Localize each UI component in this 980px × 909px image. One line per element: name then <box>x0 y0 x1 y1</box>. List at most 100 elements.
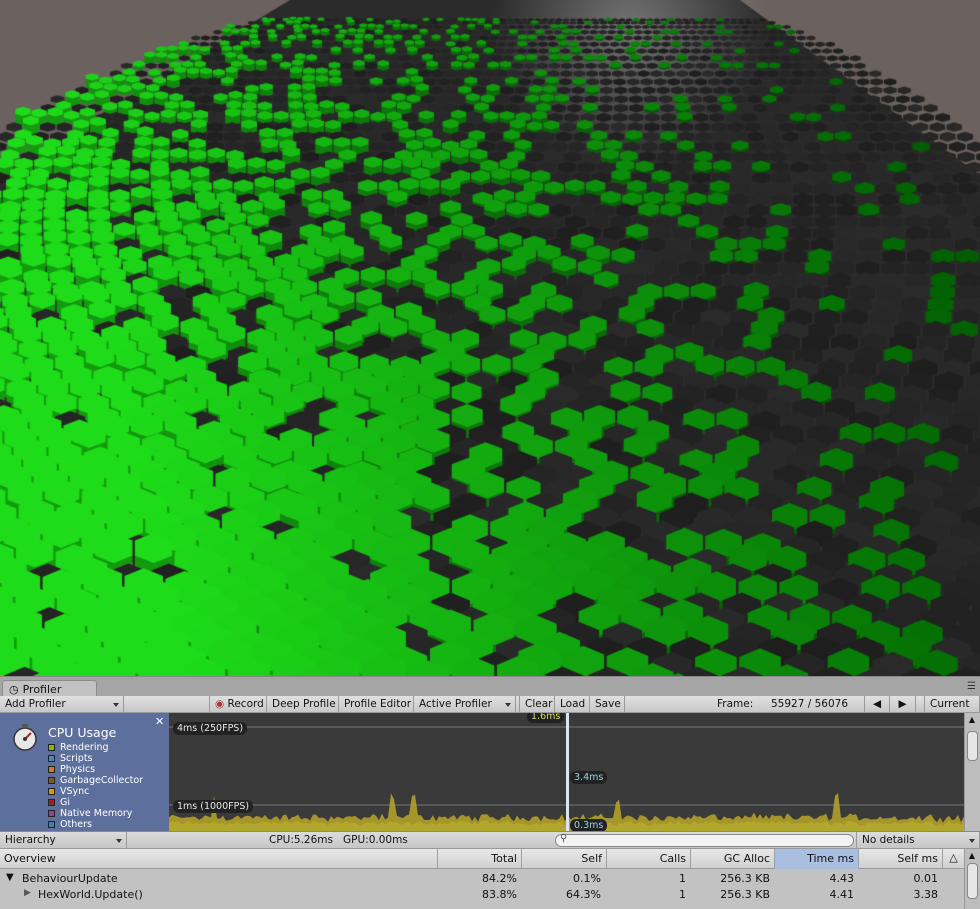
table-scrollbar[interactable]: ▲ <box>964 849 980 909</box>
cpu-usage-panel[interactable]: ✕ CPU Usage Rendering Scripts Physics Ga… <box>0 713 169 831</box>
legend-swatch <box>48 766 55 773</box>
tab-bar: ◷ Profiler ☰ <box>0 676 980 697</box>
row-total: 84.2% <box>482 872 517 885</box>
scroll-up-icon[interactable]: ▲ <box>966 851 978 860</box>
record-button[interactable]: ◉ Record <box>209 696 267 713</box>
row-self-ms: 0.01 <box>913 872 939 885</box>
active-profiler-dropdown[interactable]: Active Profiler <box>414 696 516 713</box>
col-self-ms[interactable]: Self ms <box>858 849 942 869</box>
frame-counter: 55927 / 56076 <box>771 698 849 710</box>
col-gc-alloc[interactable]: GC Alloc <box>690 849 774 869</box>
active-profiler-label: Active Profiler <box>419 698 492 710</box>
close-icon[interactable]: ✕ <box>155 715 164 728</box>
search-input[interactable]: ⚲ <box>555 833 854 847</box>
legend-swatch <box>48 744 55 751</box>
deep-profile-button[interactable]: Deep Profile <box>267 696 339 713</box>
profile-editor-button[interactable]: Profile Editor <box>339 696 414 713</box>
details-dropdown[interactable]: No details <box>856 832 980 849</box>
chart-scrollbar[interactable]: ▲ <box>964 713 980 831</box>
legend-label: Gi <box>60 797 71 808</box>
profiler-icon: ◷ <box>9 682 19 696</box>
table-row[interactable]: ▶ HexWorld.Update() 83.8% 64.3% 1 256.3 … <box>0 887 964 903</box>
scroll-up-icon[interactable]: ▲ <box>966 715 978 725</box>
cpu-chart-svg <box>169 713 964 831</box>
prev-frame-button[interactable]: ◀ <box>864 696 890 713</box>
label-1ms: 1ms (1000FPS) <box>173 800 254 813</box>
hierarchy-table: ▼ BehaviourUpdate 84.2% 0.1% 1 256.3 KB … <box>0 869 964 909</box>
save-label: Save <box>595 698 621 710</box>
legend-item[interactable]: Scripts <box>48 753 143 764</box>
collapsed-arrow-icon[interactable]: ▶ <box>24 888 31 898</box>
profiler-toolbar: Add Profiler ◉ Record Deep Profile Profi… <box>0 696 980 713</box>
table-header: Overview Total Self Calls GC Alloc Time … <box>0 849 964 869</box>
legend-item[interactable]: GarbageCollector <box>48 775 143 786</box>
legend-label: Physics <box>60 764 96 775</box>
arrow-right-icon: ▶ <box>898 698 907 710</box>
view-mode-label: Hierarchy <box>5 834 56 846</box>
save-button[interactable]: Save <box>590 696 625 713</box>
col-calls[interactable]: Calls <box>606 849 690 869</box>
record-icon: ◉ <box>215 698 225 710</box>
add-profiler-dropdown[interactable]: Add Profiler <box>0 696 124 713</box>
col-time-ms[interactable]: Time ms <box>774 849 858 869</box>
legend-label: VSync <box>60 786 90 797</box>
legend-label: Others <box>60 819 92 830</box>
row-gc-alloc: 256.3 KB <box>720 888 770 901</box>
clear-label: Clear <box>525 698 553 710</box>
view-mode-dropdown[interactable]: Hierarchy <box>0 832 127 849</box>
legend-swatch <box>48 777 55 784</box>
tab-label: Profiler <box>22 682 62 696</box>
legend-item[interactable]: Native Memory <box>48 808 143 819</box>
record-label: Record <box>227 698 264 710</box>
row-name: HexWorld.Update() <box>38 888 143 901</box>
tab-profiler[interactable]: ◷ Profiler <box>2 680 97 697</box>
cpu-usage-chart[interactable]: 4ms (250FPS) 1ms (1000FPS) 1.6ms 3.4ms 0… <box>169 713 964 831</box>
table-row[interactable]: ▼ BehaviourUpdate 84.2% 0.1% 1 256.3 KB … <box>0 871 964 887</box>
current-frame-button[interactable]: Current <box>924 696 980 713</box>
frame-label: Frame: <box>717 698 754 710</box>
legend-swatch <box>48 810 55 817</box>
stopwatch-icon <box>13 724 37 751</box>
col-total[interactable]: Total <box>437 849 521 869</box>
legend-item[interactable]: Rendering <box>48 742 143 753</box>
selected-render-label: 0.3ms <box>570 819 608 831</box>
row-self-ms: 3.38 <box>913 888 939 901</box>
scroll-thumb[interactable] <box>967 863 978 899</box>
row-time-ms: 4.43 <box>829 872 855 885</box>
current-label: Current <box>930 698 970 710</box>
col-self[interactable]: Self <box>521 849 606 869</box>
next-frame-button[interactable]: ▶ <box>890 696 916 713</box>
legend-item[interactable]: VSync <box>48 786 143 797</box>
row-total: 83.8% <box>482 888 517 901</box>
cpu-usage-title: CPU Usage <box>48 725 117 740</box>
legend-label: Scripts <box>60 753 93 764</box>
selected-total-label: 1.6ms <box>527 713 565 723</box>
legend-swatch <box>48 788 55 795</box>
deep-profile-label: Deep Profile <box>272 698 336 710</box>
legend-swatch <box>48 821 55 828</box>
window-menu-icon[interactable]: ☰ <box>967 681 976 692</box>
warning-icon[interactable]: △ <box>942 849 964 869</box>
game-view-hex-grid <box>0 0 980 676</box>
legend-item[interactable]: Physics <box>48 764 143 775</box>
legend-item[interactable]: Gi <box>48 797 143 808</box>
legend-swatch <box>48 799 55 806</box>
legend-item[interactable]: Others <box>48 819 143 830</box>
load-button[interactable]: Load <box>555 696 590 713</box>
expanded-arrow-icon[interactable]: ▼ <box>6 872 14 883</box>
cpu-legend: Rendering Scripts Physics GarbageCollect… <box>48 742 143 830</box>
row-self: 0.1% <box>573 872 601 885</box>
add-profiler-label: Add Profiler <box>5 698 66 710</box>
scroll-thumb[interactable] <box>967 731 978 761</box>
col-overview[interactable]: Overview <box>0 849 437 869</box>
row-time-ms: 4.41 <box>829 888 855 901</box>
row-gc-alloc: 256.3 KB <box>720 872 770 885</box>
row-calls: 1 <box>679 872 686 885</box>
clear-button[interactable]: Clear <box>519 696 555 713</box>
legend-label: GarbageCollector <box>60 775 144 786</box>
legend-swatch <box>48 755 55 762</box>
selected-frame-marker[interactable] <box>566 713 569 831</box>
row-name: BehaviourUpdate <box>22 872 118 885</box>
profiler-window: ◷ Profiler ☰ Add Profiler ◉ Record Deep … <box>0 676 980 909</box>
legend-label: Rendering <box>60 742 109 753</box>
